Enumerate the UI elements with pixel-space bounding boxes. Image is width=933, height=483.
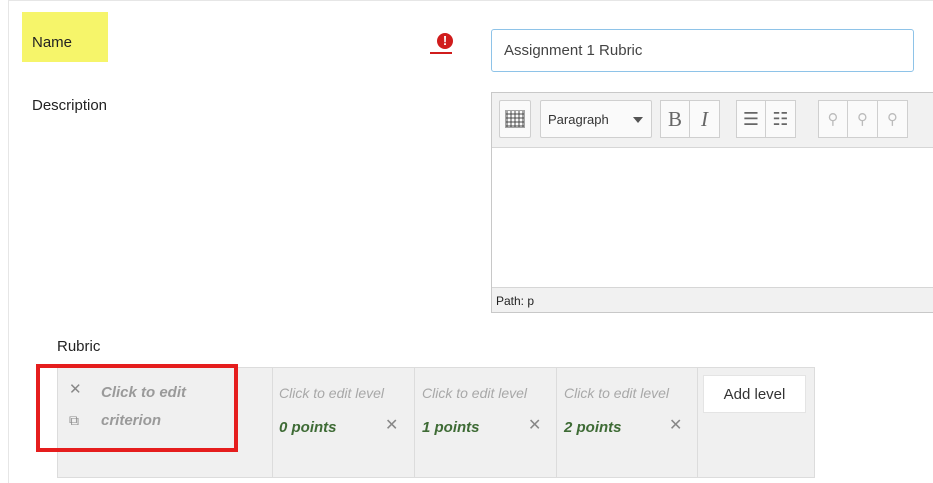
level-definition[interactable]: Click to edit level — [564, 385, 669, 401]
level-points[interactable]: 0 points — [279, 419, 337, 436]
paragraph-format-value: Paragraph — [548, 111, 609, 127]
bullet-list-icon: ☰ — [742, 108, 760, 129]
link-group: ⚲ ⚲ ⚲ — [818, 100, 908, 138]
editor-toolbar: Paragraph B I ☰ ☷ ⚲ ⚲ ⚲ — [492, 93, 933, 148]
level-definition[interactable]: Click to edit level — [422, 385, 527, 401]
level-cell-separator — [414, 368, 415, 477]
name-label: Name — [32, 34, 73, 51]
description-label: Description — [32, 97, 108, 114]
keyboard-grid-icon — [505, 110, 525, 128]
unlink-button[interactable]: ⚲ — [848, 100, 878, 138]
link-icon: ⚲ — [827, 111, 839, 128]
delete-level-icon[interactable]: ✕ — [669, 415, 682, 435]
criterion-highlight-annotation — [36, 364, 238, 452]
form-frame-top-border — [8, 0, 933, 1]
numbered-list-icon: ☷ — [772, 108, 789, 129]
delete-level-icon[interactable]: ✕ — [385, 415, 398, 435]
criterion-cell-separator — [272, 368, 273, 477]
unlink-icon: ⚲ — [857, 111, 868, 128]
form-frame-left-border — [8, 0, 9, 483]
required-exclamation-icon: ! — [437, 33, 453, 49]
italic-button[interactable]: I — [690, 100, 720, 138]
add-level-button[interactable]: Add level — [703, 375, 806, 413]
delete-level-icon[interactable]: ✕ — [528, 415, 541, 435]
description-editor: Paragraph B I ☰ ☷ ⚲ ⚲ ⚲ Path: p — [491, 92, 933, 313]
link-extra-icon: ⚲ — [887, 111, 898, 128]
list-group: ☰ ☷ — [736, 100, 796, 138]
paragraph-format-select[interactable]: Paragraph — [540, 100, 652, 138]
toolbar-toggle-button[interactable] — [499, 100, 531, 138]
bold-button[interactable]: B — [660, 100, 690, 138]
rubric-label: Rubric — [57, 338, 101, 355]
editor-path-bar: Path: p — [492, 287, 933, 312]
level-cell-separator — [697, 368, 698, 477]
italic-icon: I — [701, 106, 708, 131]
level-points[interactable]: 2 points — [564, 419, 622, 436]
level-cell-separator — [556, 368, 557, 477]
bold-icon: B — [667, 106, 682, 131]
name-input[interactable] — [491, 29, 914, 72]
level-points[interactable]: 1 points — [422, 419, 480, 436]
link-button[interactable]: ⚲ — [818, 100, 848, 138]
extra-link-button[interactable]: ⚲ — [878, 100, 908, 138]
bullet-list-button[interactable]: ☰ — [736, 100, 766, 138]
level-definition[interactable]: Click to edit level — [279, 385, 384, 401]
required-icon-underline — [430, 52, 452, 54]
text-style-group: B I — [660, 100, 720, 138]
chevron-down-icon — [633, 117, 643, 123]
numbered-list-button[interactable]: ☷ — [766, 100, 796, 138]
